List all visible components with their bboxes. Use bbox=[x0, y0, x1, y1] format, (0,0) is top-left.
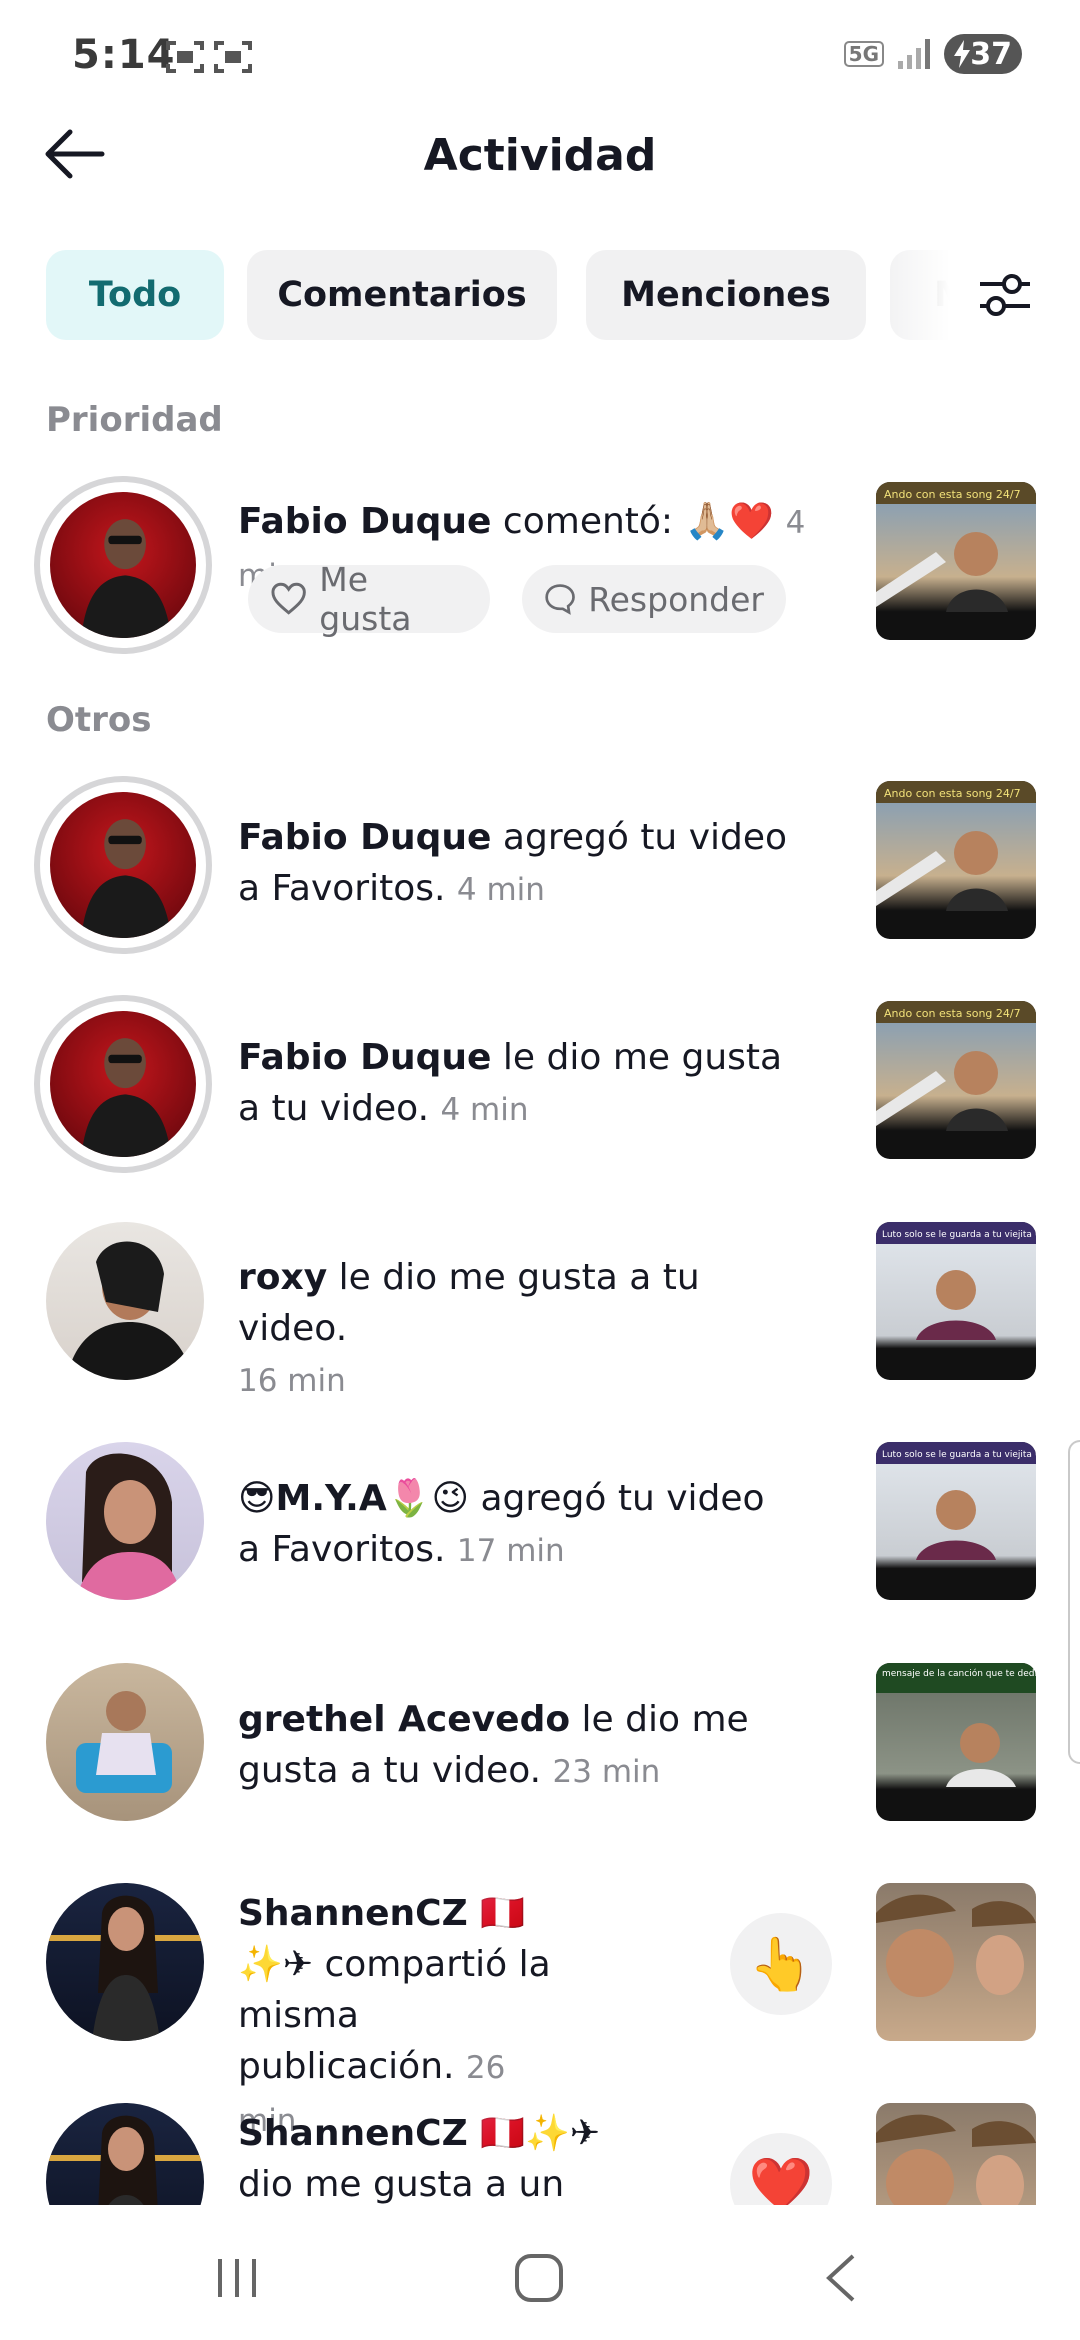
header: Actividad bbox=[0, 110, 1080, 200]
video-thumbnail[interactable]: Ando con esta song 24/7 bbox=[876, 1001, 1036, 1159]
avatar[interactable] bbox=[34, 995, 212, 1173]
avatar-photo bbox=[76, 1453, 182, 1600]
notification-text: Fabio Duque le dio me gusta a tu video. … bbox=[238, 1032, 798, 1136]
thumbnail-art bbox=[876, 2114, 1036, 2205]
avatar[interactable] bbox=[46, 1222, 204, 1380]
timestamp: 16 min bbox=[238, 1363, 346, 1399]
tabs-fade bbox=[880, 250, 950, 340]
reply-button[interactable]: Responder bbox=[522, 565, 786, 633]
avatar-photo bbox=[81, 819, 171, 938]
section-priority-label: Prioridad bbox=[46, 400, 223, 440]
chevron-left-icon bbox=[826, 2254, 855, 2302]
section-others-label: Otros bbox=[46, 700, 152, 740]
username[interactable]: Fabio Duque bbox=[238, 817, 491, 858]
status-bar: 5:14 5G 37 bbox=[0, 0, 1080, 110]
screenshot-icon bbox=[214, 41, 252, 73]
notification-text: grethel Acevedo le dio me gusta a tu vid… bbox=[238, 1694, 838, 1798]
list-bottom-clip: ShannenCZ 🇵🇪✨✈ compartió la misma public… bbox=[0, 1855, 1080, 2205]
video-thumbnail[interactable]: mensaje de la canción que te dedicaron 😂 bbox=[876, 1663, 1036, 1821]
notification-text: Fabio Duque agregó tu video a Favoritos.… bbox=[238, 812, 798, 916]
notification-text: roxy le dio me gusta a tu video. 16 min bbox=[238, 1252, 798, 1407]
avatar[interactable] bbox=[46, 2103, 204, 2205]
thumbnail-art: Luto solo se le guarda a tu viejita 😎 bbox=[876, 1222, 1036, 1340]
username[interactable]: ShannenCZ 🇵🇪✨✈ bbox=[238, 2113, 600, 2154]
notification-text: ShannenCZ 🇵🇪✨✈ dio me gusta a un video q… bbox=[238, 2108, 658, 2205]
thumb-caption: Ando con esta song 24/7 bbox=[884, 488, 1021, 501]
thumbnail-art: Ando con esta song 24/7 bbox=[876, 781, 1036, 911]
pointing-hand-icon[interactable]: 👆 bbox=[730, 1913, 832, 2015]
username[interactable]: Fabio Duque bbox=[238, 501, 491, 542]
network-type-label: 5G bbox=[843, 41, 884, 67]
thumbnail-art bbox=[876, 1894, 1036, 1997]
tab-comentarios[interactable]: Comentarios bbox=[247, 250, 557, 340]
avatar-photo bbox=[76, 1691, 172, 1793]
avatar-photo bbox=[46, 1895, 204, 2041]
status-time: 5:14 bbox=[72, 32, 176, 78]
video-thumbnail[interactable]: Luto solo se le guarda a tu viejita 😎 bbox=[876, 1222, 1036, 1380]
username[interactable]: 😎M.Y.A🌷😉 bbox=[238, 1478, 469, 1519]
home-icon bbox=[515, 2254, 563, 2302]
notification-action: dio me gusta a un video que bbox=[238, 2164, 565, 2205]
avatar[interactable] bbox=[46, 1442, 204, 1600]
username[interactable]: roxy bbox=[238, 1257, 327, 1298]
avatar-photo bbox=[46, 2115, 204, 2205]
avatar-photo bbox=[81, 519, 171, 638]
like-label: Me gusta bbox=[319, 560, 412, 638]
avatar-photo bbox=[66, 1241, 192, 1380]
thumb-caption: Luto solo se le guarda a tu viejita 😎 bbox=[882, 1449, 1036, 1460]
heart-outline-icon bbox=[271, 582, 306, 615]
reply-label: Responder bbox=[588, 579, 764, 619]
username[interactable]: grethel Acevedo bbox=[238, 1699, 570, 1740]
username[interactable]: Fabio Duque bbox=[238, 1037, 491, 1078]
notification-text: 😎M.Y.A🌷😉 agregó tu video a Favoritos. 17… bbox=[238, 1473, 798, 1577]
home-button[interactable] bbox=[494, 2243, 584, 2313]
thumb-caption: mensaje de la canción que te dedicaron 😂 bbox=[882, 1668, 1036, 1679]
avatar[interactable] bbox=[34, 776, 212, 954]
signal-icon bbox=[898, 39, 930, 69]
timestamp: 4 min bbox=[456, 872, 545, 908]
timestamp: 17 min bbox=[456, 1533, 565, 1569]
thumb-caption: Ando con esta song 24/7 bbox=[884, 1007, 1021, 1020]
timestamp: 23 min bbox=[552, 1754, 661, 1790]
comment-bubble-icon bbox=[545, 584, 575, 615]
screen-record-icon bbox=[166, 41, 204, 73]
tab-menciones[interactable]: Menciones bbox=[586, 250, 866, 340]
avatar[interactable] bbox=[46, 1663, 204, 1821]
tab-todo[interactable]: Todo bbox=[46, 250, 224, 340]
notification-action: comentó: 🙏🏼❤️ bbox=[491, 501, 775, 542]
scroll-indicator[interactable] bbox=[1068, 1440, 1080, 1764]
system-nav-bar bbox=[0, 2205, 1080, 2340]
back-nav-button[interactable] bbox=[796, 2243, 886, 2313]
like-comment-button[interactable]: Me gusta bbox=[248, 560, 490, 638]
video-thumbnail[interactable] bbox=[876, 1883, 1036, 2041]
sliders-icon bbox=[980, 274, 1030, 316]
video-thumbnail[interactable] bbox=[876, 2103, 1036, 2205]
thumbnail-art: Ando con esta song 24/7 bbox=[876, 1001, 1036, 1131]
thumb-caption: Ando con esta song 24/7 bbox=[884, 787, 1021, 800]
recent-apps-icon bbox=[218, 2259, 256, 2297]
page-title: Actividad bbox=[423, 130, 657, 181]
charging-icon bbox=[954, 40, 970, 68]
avatar[interactable] bbox=[34, 476, 212, 654]
battery-level: 37 bbox=[970, 36, 1012, 72]
filter-settings-button[interactable] bbox=[950, 250, 1060, 340]
thumb-caption: Luto solo se le guarda a tu viejita 😎 bbox=[882, 1229, 1036, 1240]
thumbnail-art: mensaje de la canción que te dedicaron 😂 bbox=[876, 1663, 1036, 1787]
filter-tabs: Todo Comentarios Menciones M bbox=[46, 250, 996, 340]
battery-indicator: 37 bbox=[944, 34, 1022, 74]
video-thumbnail[interactable]: Ando con esta song 24/7 bbox=[876, 482, 1036, 640]
thumbnail-art: Luto solo se le guarda a tu viejita 😎 bbox=[876, 1442, 1036, 1560]
video-thumbnail[interactable]: Ando con esta song 24/7 bbox=[876, 781, 1036, 939]
avatar[interactable] bbox=[46, 1883, 204, 2041]
recent-apps-button[interactable] bbox=[192, 2243, 282, 2313]
avatar-photo bbox=[81, 1038, 171, 1157]
heart-icon[interactable]: ❤️ bbox=[730, 2133, 832, 2205]
thumbnail-art: Ando con esta song 24/7 bbox=[876, 482, 1036, 612]
timestamp: 4 min bbox=[440, 1092, 529, 1128]
video-thumbnail[interactable]: Luto solo se le guarda a tu viejita 😎 bbox=[876, 1442, 1036, 1600]
